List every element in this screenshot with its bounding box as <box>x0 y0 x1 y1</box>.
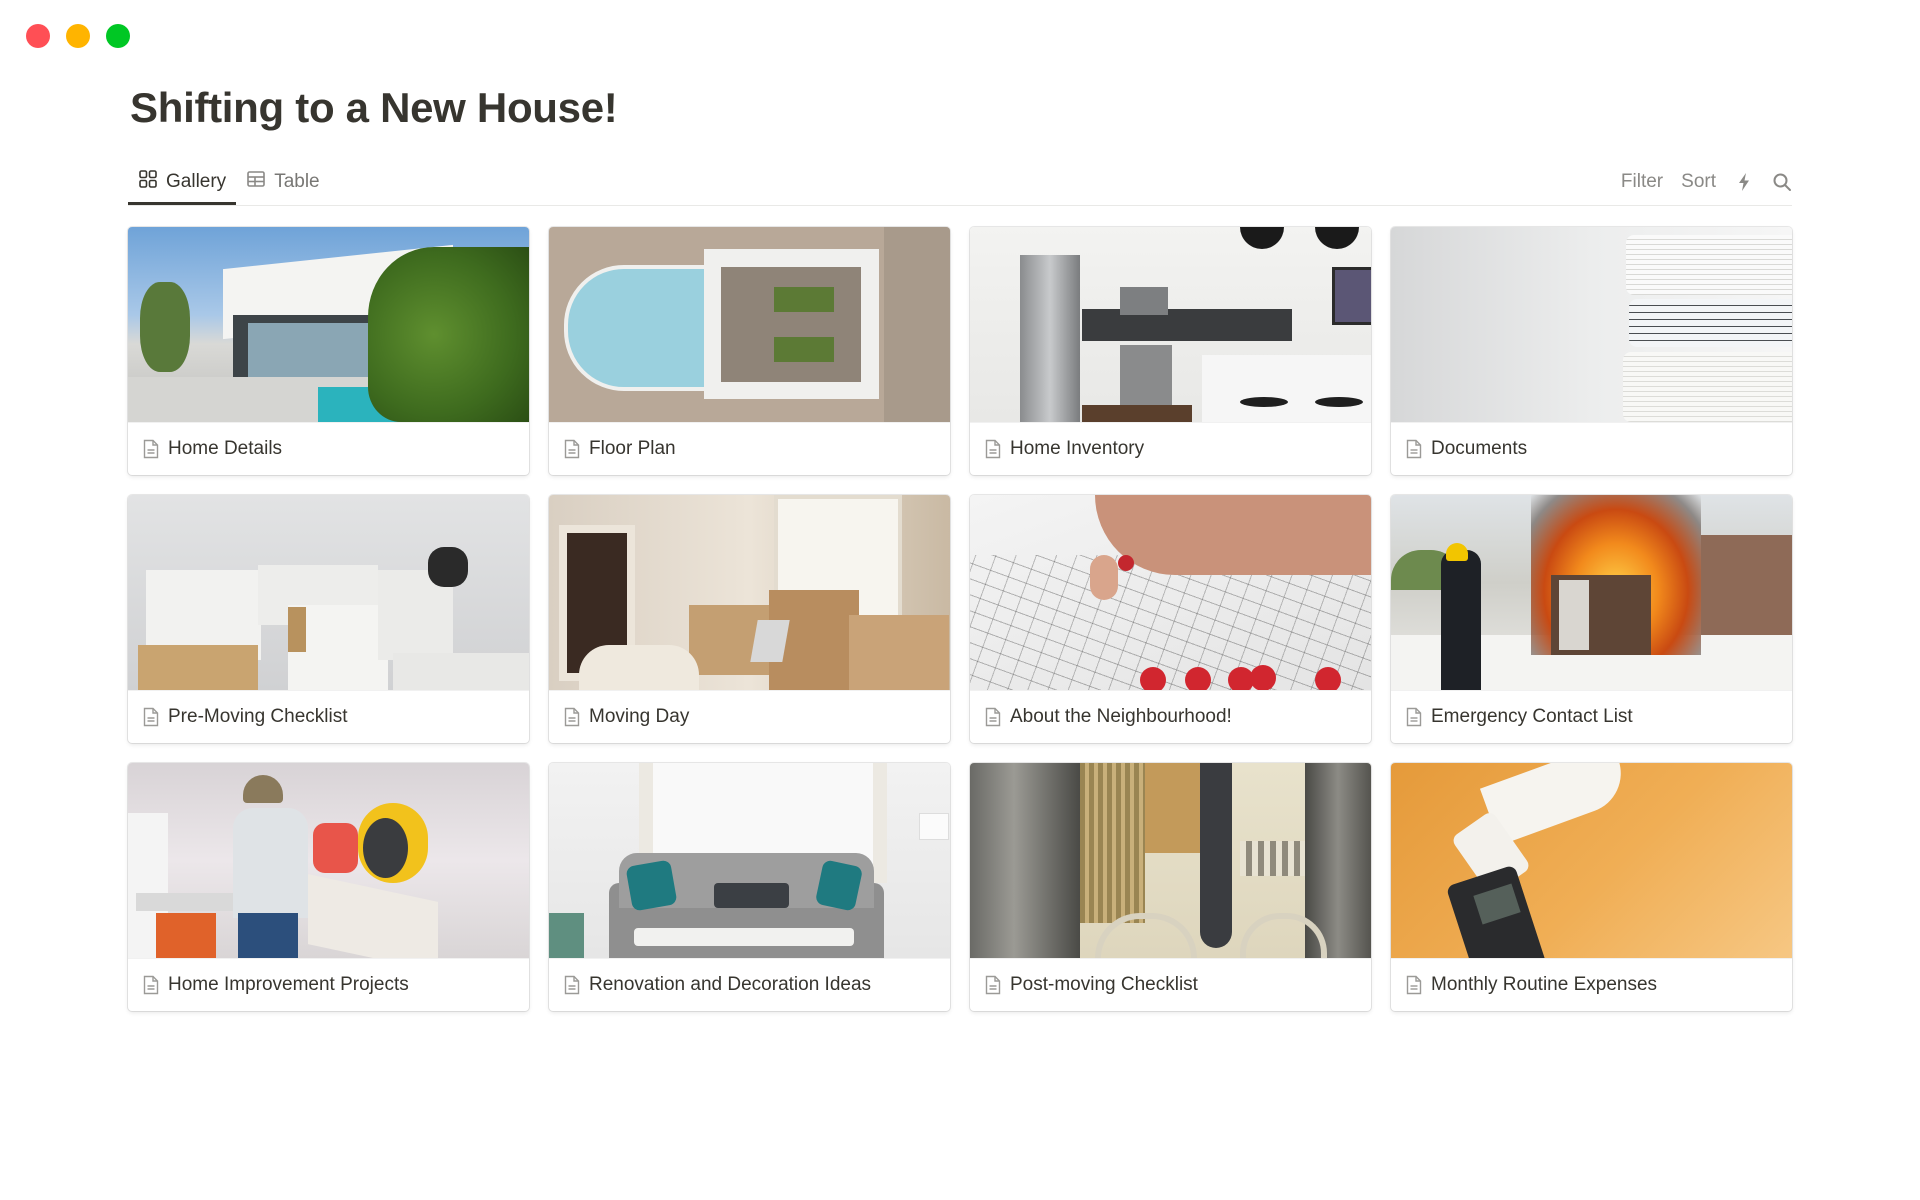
gallery-card-renovation-and-decoration-ideas[interactable]: Renovation and Decoration Ideas <box>549 763 950 1011</box>
page-icon <box>564 707 580 727</box>
card-title: Home Improvement Projects <box>168 974 409 995</box>
close-window-button[interactable] <box>26 24 50 48</box>
card-caption: Moving Day <box>549 690 950 743</box>
cover-image <box>970 227 1371 422</box>
card-caption: Floor Plan <box>549 422 950 475</box>
view-tools: Filter Sort <box>1621 160 1792 204</box>
card-title: Renovation and Decoration Ideas <box>589 974 872 995</box>
cover-image <box>128 227 529 422</box>
page-icon <box>564 975 580 995</box>
gallery-card-moving-day[interactable]: Moving Day <box>549 495 950 743</box>
sort-button[interactable]: Sort <box>1681 171 1716 193</box>
page-icon <box>564 439 580 459</box>
page-icon <box>985 439 1001 459</box>
search-button[interactable] <box>1772 172 1792 192</box>
page-title[interactable]: Shifting to a New House! <box>130 84 618 132</box>
filter-button[interactable]: Filter <box>1621 171 1663 193</box>
cover-image <box>128 763 529 958</box>
cover-image <box>549 495 950 690</box>
gallery-card-pre-moving-checklist[interactable]: Pre-Moving Checklist <box>128 495 529 743</box>
card-caption: Home Improvement Projects <box>128 958 529 1011</box>
card-caption: Renovation and Decoration Ideas <box>549 958 950 1011</box>
gallery-card-monthly-routine-expenses[interactable]: Monthly Routine Expenses <box>1391 763 1792 1011</box>
tab-label: Table <box>274 171 320 192</box>
card-title: Home Inventory <box>1010 438 1145 459</box>
card-title: Documents <box>1431 438 1528 459</box>
cover-image <box>1391 763 1792 958</box>
tab-table[interactable]: Table <box>236 160 329 204</box>
page-icon <box>1406 707 1422 727</box>
card-title: Pre-Moving Checklist <box>168 706 348 727</box>
page-icon <box>985 975 1001 995</box>
gallery-card-home-inventory[interactable]: Home Inventory <box>970 227 1371 475</box>
gallery-grid: Home Details Floor Plan Home Inventory D… <box>128 227 1792 1011</box>
card-caption: Documents <box>1391 422 1792 475</box>
cover-image <box>970 495 1371 690</box>
card-title: About the Neighbourhood! <box>1010 706 1232 727</box>
gallery-card-floor-plan[interactable]: Floor Plan <box>549 227 950 475</box>
cover-image <box>549 763 950 958</box>
page-icon <box>985 707 1001 727</box>
window-controls <box>26 24 130 48</box>
cover-image <box>128 495 529 690</box>
gallery-grid-icon <box>138 169 158 195</box>
card-title: Home Details <box>168 438 283 459</box>
page-icon <box>143 439 159 459</box>
automation-button[interactable] <box>1734 172 1754 192</box>
tab-gallery[interactable]: Gallery <box>128 160 237 205</box>
cover-image <box>970 763 1371 958</box>
card-caption: About the Neighbourhood! <box>970 690 1371 743</box>
gallery-card-about-the-neighbourhood[interactable]: About the Neighbourhood! <box>970 495 1371 743</box>
card-caption: Home Details <box>128 422 529 475</box>
card-caption: Emergency Contact List <box>1391 690 1792 743</box>
maximize-window-button[interactable] <box>106 24 130 48</box>
card-title: Monthly Routine Expenses <box>1431 974 1658 995</box>
card-caption: Monthly Routine Expenses <box>1391 958 1792 1011</box>
page-icon <box>143 975 159 995</box>
gallery-card-home-improvement-projects[interactable]: Home Improvement Projects <box>128 763 529 1011</box>
card-title: Emergency Contact List <box>1431 706 1633 727</box>
card-caption: Home Inventory <box>970 422 1371 475</box>
page-icon <box>1406 975 1422 995</box>
card-caption: Post-moving Checklist <box>970 958 1371 1011</box>
gallery-card-post-moving-checklist[interactable]: Post-moving Checklist <box>970 763 1371 1011</box>
lightning-bolt-icon <box>1739 173 1749 191</box>
card-title: Post-moving Checklist <box>1010 974 1198 995</box>
card-title: Floor Plan <box>589 438 676 459</box>
page-icon <box>1406 439 1422 459</box>
minimize-window-button[interactable] <box>66 24 90 48</box>
search-icon <box>1773 173 1791 191</box>
cover-image <box>1391 227 1792 422</box>
gallery-card-documents[interactable]: Documents <box>1391 227 1792 475</box>
gallery-card-emergency-contact-list[interactable]: Emergency Contact List <box>1391 495 1792 743</box>
view-tabs: Gallery Table <box>128 160 330 206</box>
page-icon <box>143 707 159 727</box>
cover-image <box>549 227 950 422</box>
card-caption: Pre-Moving Checklist <box>128 690 529 743</box>
cover-image <box>1391 495 1792 690</box>
gallery-card-home-details[interactable]: Home Details <box>128 227 529 475</box>
tab-label: Gallery <box>166 171 227 192</box>
database-view-bar: Gallery Table Filter Sort <box>128 160 1792 206</box>
card-title: Moving Day <box>589 706 690 727</box>
table-icon <box>246 169 266 195</box>
